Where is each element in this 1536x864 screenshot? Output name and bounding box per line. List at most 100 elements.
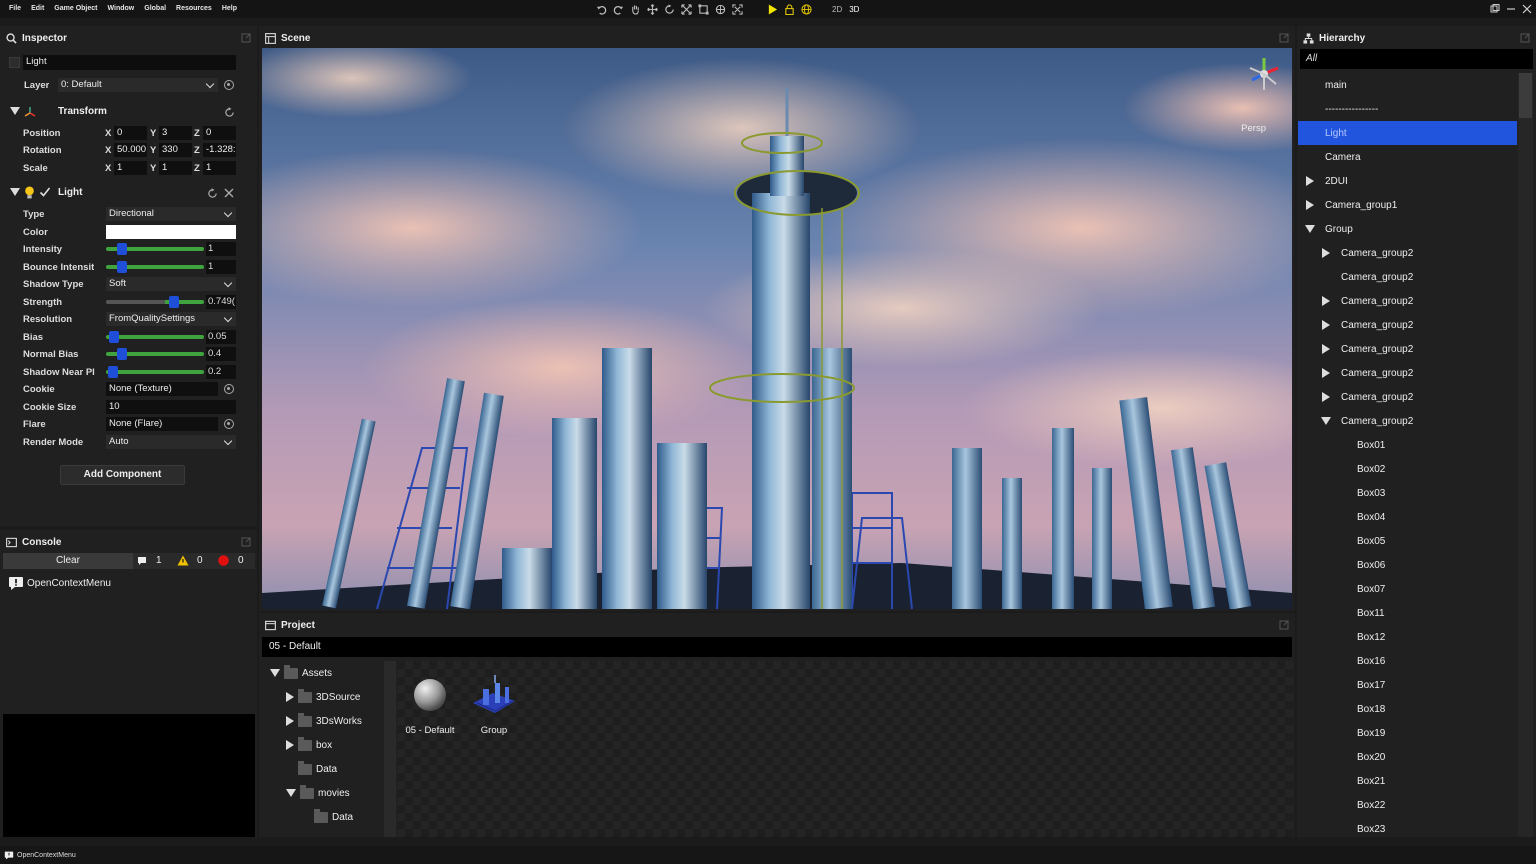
hierarchy-item[interactable]: Box18: [1298, 697, 1517, 721]
reset-icon[interactable]: [207, 188, 218, 199]
project-tab[interactable]: Project: [265, 613, 365, 637]
info-icon[interactable]: [137, 556, 147, 566]
shadow-near-plane-slider[interactable]: [106, 366, 204, 378]
hierarchy-item[interactable]: Camera_group2: [1298, 385, 1517, 409]
collapsed-triangle-icon[interactable]: [286, 740, 294, 750]
projection-label[interactable]: Persp: [1241, 123, 1266, 134]
hierarchy-item[interactable]: Box22: [1298, 793, 1517, 817]
hierarchy-item[interactable]: Camera_group2: [1298, 409, 1517, 433]
minimize-icon[interactable]: [1506, 4, 1516, 14]
tree-scrollbar[interactable]: [384, 661, 396, 837]
folder-tree-item[interactable]: Data: [286, 759, 337, 779]
play-icon[interactable]: [765, 2, 779, 16]
hierarchy-item[interactable]: Box17: [1298, 673, 1517, 697]
menu-resources[interactable]: Resources: [171, 0, 217, 18]
hand-tool-icon[interactable]: [628, 2, 642, 16]
redo-icon[interactable]: [611, 2, 625, 16]
restore-icon[interactable]: [1490, 4, 1500, 14]
collapsed-triangle-icon[interactable]: [1320, 391, 1332, 403]
slider-knob[interactable]: [109, 331, 119, 343]
collapsed-triangle-icon[interactable]: [1320, 343, 1332, 355]
light-type-dropdown[interactable]: Directional: [106, 207, 236, 221]
error-icon[interactable]: [218, 555, 229, 566]
hierarchy-item[interactable]: Camera_group2: [1298, 361, 1517, 385]
scrollbar-thumb[interactable]: [1519, 73, 1532, 118]
maximize-icon[interactable]: [1520, 33, 1530, 43]
remove-component-icon[interactable]: [224, 188, 234, 198]
slider-knob[interactable]: [117, 243, 127, 255]
folder-tree-item[interactable]: box: [286, 735, 332, 755]
hierarchy-item[interactable]: Box02: [1298, 457, 1517, 481]
strength-value[interactable]: 0.749(: [206, 295, 236, 309]
mode-2d-toggle[interactable]: 2D: [830, 5, 844, 14]
render-mode-dropdown[interactable]: Auto: [106, 435, 236, 449]
collapsed-triangle-icon[interactable]: [1320, 319, 1332, 331]
hierarchy-item[interactable]: Camera_group2: [1298, 289, 1517, 313]
console-tab[interactable]: Console: [6, 530, 111, 554]
rotate-tool-icon[interactable]: [662, 2, 676, 16]
folder-tree-item[interactable]: 3DSource: [286, 687, 360, 707]
rotation-x-field[interactable]: 50.000: [114, 143, 147, 157]
folder-tree-item[interactable]: movies: [286, 783, 350, 803]
slider-knob[interactable]: [117, 348, 127, 360]
scale-y-field[interactable]: 1: [159, 161, 192, 175]
hierarchy-item[interactable]: Camera_group1: [1298, 193, 1517, 217]
slider-knob[interactable]: [117, 261, 127, 273]
light-color-swatch[interactable]: [106, 225, 236, 239]
move-tool-icon[interactable]: [645, 2, 659, 16]
layer-dropdown[interactable]: 0: Default: [58, 78, 218, 92]
layer-picker-icon[interactable]: [224, 80, 234, 90]
hierarchy-item[interactable]: Camera_group2: [1298, 337, 1517, 361]
position-z-field[interactable]: 0: [203, 126, 236, 140]
rect-tool-icon[interactable]: [696, 2, 710, 16]
clear-button[interactable]: Clear: [3, 553, 133, 569]
position-x-field[interactable]: 0: [114, 126, 147, 140]
hierarchy-item[interactable]: Box05: [1298, 529, 1517, 553]
light-component-header[interactable]: Light: [0, 183, 257, 203]
hierarchy-item[interactable]: Box23: [1298, 817, 1517, 837]
normal-bias-value[interactable]: 0.4: [206, 347, 236, 361]
object-name-field[interactable]: Light: [23, 55, 236, 70]
hierarchy-item[interactable]: Camera_group2: [1298, 313, 1517, 337]
inspector-tab[interactable]: Inspector: [6, 26, 117, 50]
collapsed-triangle-icon[interactable]: [286, 716, 294, 726]
scene-viewport[interactable]: Persp: [262, 48, 1292, 609]
slider-knob[interactable]: [169, 296, 179, 308]
scale-z-field[interactable]: 1: [203, 161, 236, 175]
transform-header[interactable]: Transform: [0, 102, 257, 122]
shadow-type-dropdown[interactable]: Soft: [106, 277, 236, 291]
active-checkbox[interactable]: [9, 57, 20, 68]
flare-field[interactable]: None (Flare): [106, 417, 218, 431]
hierarchy-item[interactable]: Box19: [1298, 721, 1517, 745]
globe-icon[interactable]: [799, 2, 813, 16]
menu-help[interactable]: Help: [217, 0, 242, 18]
hierarchy-item[interactable]: Box07: [1298, 577, 1517, 601]
shadow-near-plane-value[interactable]: 0.2: [206, 365, 236, 379]
intensity-slider[interactable]: [106, 243, 204, 255]
fullscreen-icon[interactable]: [730, 2, 744, 16]
collapsed-triangle-icon[interactable]: [1320, 367, 1332, 379]
collapse-triangle-icon[interactable]: [10, 107, 20, 115]
hierarchy-item[interactable]: Box12: [1298, 625, 1517, 649]
scale-tool-icon[interactable]: [679, 2, 693, 16]
hierarchy-search-input[interactable]: All: [1300, 49, 1533, 69]
hierarchy-item[interactable]: Box04: [1298, 505, 1517, 529]
menu-file[interactable]: File: [4, 0, 26, 18]
menu-window[interactable]: Window: [102, 0, 139, 18]
collapsed-triangle-icon[interactable]: [1304, 175, 1316, 187]
cookie-field[interactable]: None (Texture): [106, 382, 218, 396]
maximize-icon[interactable]: [241, 33, 251, 43]
folder-tree-item[interactable]: Data: [302, 807, 353, 827]
position-y-field[interactable]: 3: [159, 126, 192, 140]
intensity-value[interactable]: 1: [206, 242, 236, 256]
resolution-dropdown[interactable]: FromQualitySettings: [106, 312, 236, 326]
asset-item[interactable]: 05 - Default: [400, 671, 460, 736]
hierarchy-item[interactable]: Box01: [1298, 433, 1517, 457]
menu-edit[interactable]: Edit: [26, 0, 49, 18]
menu-global[interactable]: Global: [139, 0, 171, 18]
hierarchy-item[interactable]: Light: [1298, 121, 1517, 145]
collapsed-triangle-icon[interactable]: [1320, 295, 1332, 307]
hierarchy-item[interactable]: Box21: [1298, 769, 1517, 793]
pivot-icon[interactable]: [713, 2, 727, 16]
expanded-triangle-icon[interactable]: [286, 789, 296, 797]
